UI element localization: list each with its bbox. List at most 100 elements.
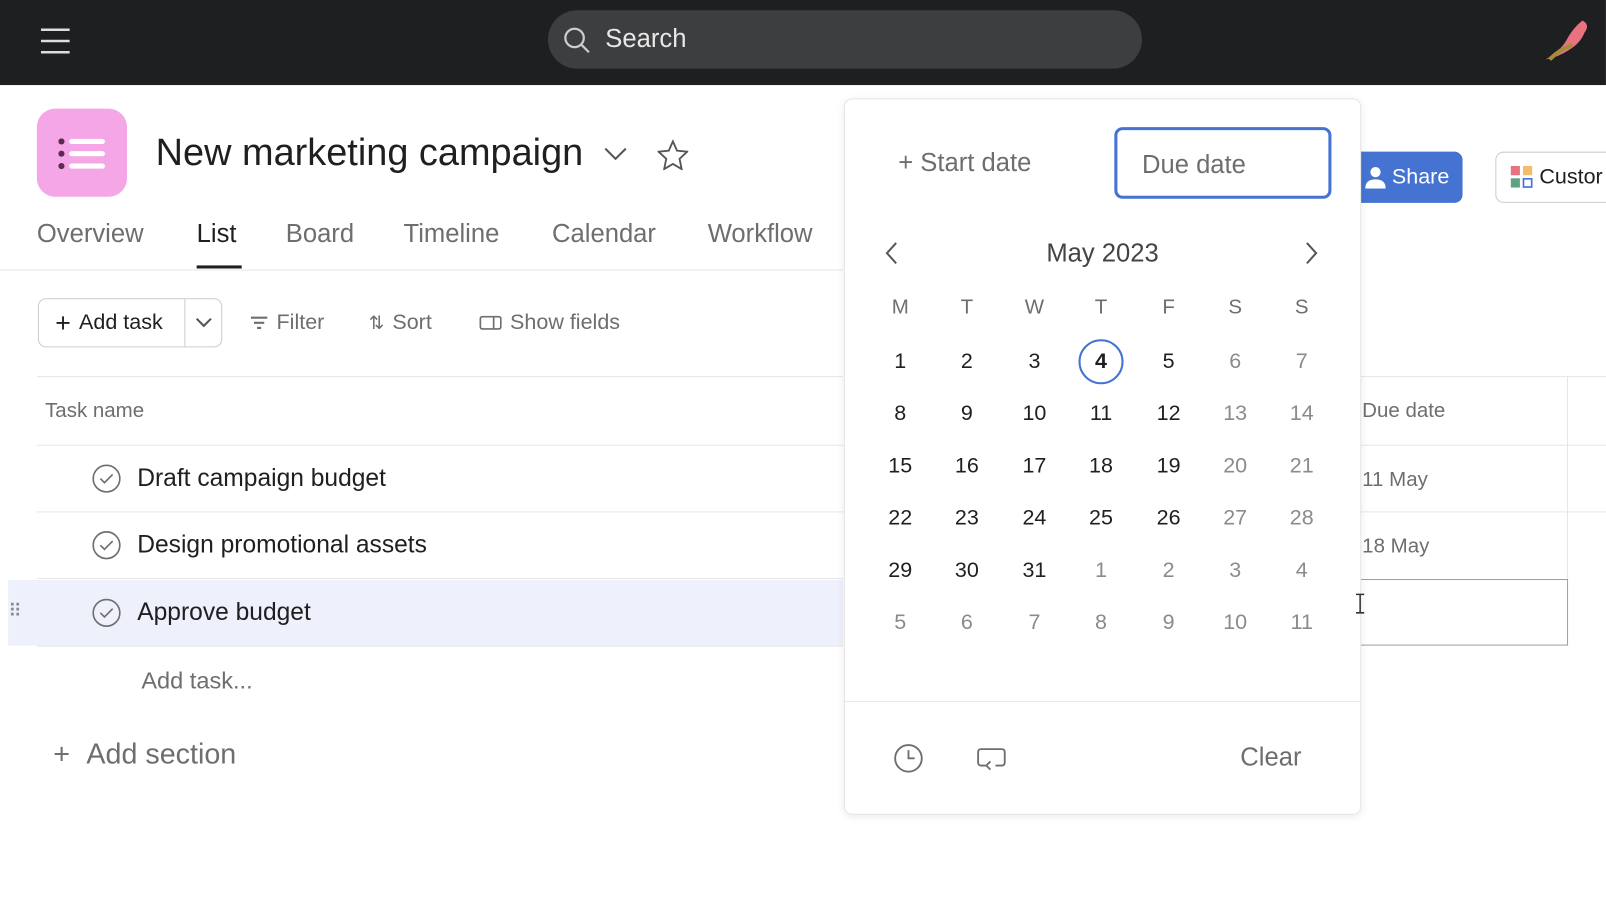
calendar-day-selected[interactable]: 4 xyxy=(1078,339,1124,385)
filter-button[interactable]: Filter xyxy=(250,311,324,336)
tab-timeline[interactable]: Timeline xyxy=(404,219,500,249)
calendar-day[interactable]: 24 xyxy=(1012,496,1057,541)
customize-icon xyxy=(1510,166,1533,188)
check-circle-icon[interactable] xyxy=(92,531,121,560)
due-date-cell-active[interactable] xyxy=(1359,579,1569,646)
calendar-day[interactable]: 9 xyxy=(944,391,989,436)
chevron-down-icon[interactable] xyxy=(195,316,213,330)
calendar-day[interactable]: 8 xyxy=(1078,601,1123,646)
fields-icon xyxy=(479,315,502,330)
show-fields-label: Show fields xyxy=(510,310,621,335)
check-circle-icon[interactable] xyxy=(92,464,121,493)
calendar-day[interactable]: 29 xyxy=(878,548,923,593)
calendar-day[interactable]: 6 xyxy=(1213,339,1258,384)
add-task-label: Add task xyxy=(79,310,163,335)
calendar-day[interactable]: 18 xyxy=(1078,444,1123,489)
share-label: Share xyxy=(1391,164,1450,189)
tab-calendar[interactable]: Calendar xyxy=(552,219,656,249)
people-icon xyxy=(1365,167,1386,189)
task-name[interactable]: Draft campaign budget xyxy=(137,464,386,493)
calendar-day[interactable]: 17 xyxy=(1012,444,1057,489)
check-circle-icon[interactable] xyxy=(92,598,121,627)
table-row[interactable]: Draft campaign budget xyxy=(36,446,843,513)
calendar-day[interactable]: 28 xyxy=(1279,496,1324,541)
drag-handle-icon[interactable]: ⠿ xyxy=(8,601,22,623)
add-task-inline[interactable]: Add task... xyxy=(141,667,252,695)
customize-button[interactable]: Custor xyxy=(1495,151,1606,203)
calendar-day[interactable]: 26 xyxy=(1146,496,1191,541)
calendar-day[interactable]: 22 xyxy=(878,496,923,541)
due-date-input[interactable]: Due date xyxy=(1114,127,1332,199)
calendar-day[interactable]: 30 xyxy=(944,548,989,593)
calendar-day[interactable]: 3 xyxy=(1012,339,1057,384)
calendar-day[interactable]: 1 xyxy=(1078,548,1123,593)
calendar-day[interactable]: 7 xyxy=(1012,601,1057,646)
project-title: New marketing campaign xyxy=(155,131,584,174)
calendar-day[interactable]: 3 xyxy=(1213,548,1258,593)
add-section-label: Add section xyxy=(86,737,237,770)
calendar-day[interactable]: 9 xyxy=(1146,601,1191,646)
calendar-day[interactable]: 19 xyxy=(1146,444,1191,489)
calendar-day[interactable]: 6 xyxy=(944,601,989,646)
filter-label: Filter xyxy=(276,310,325,335)
tab-overview[interactable]: Overview xyxy=(37,219,144,249)
divider xyxy=(184,299,186,347)
table-row[interactable]: Design promotional assets xyxy=(36,512,843,580)
column-header-due-date[interactable]: Due date xyxy=(1362,400,1445,424)
search-placeholder: Search xyxy=(605,24,687,54)
calendar-day[interactable]: 12 xyxy=(1146,391,1191,436)
calendar-day[interactable]: 15 xyxy=(878,444,923,489)
star-icon[interactable] xyxy=(657,139,689,171)
calendar-day[interactable]: 21 xyxy=(1279,444,1324,489)
calendar-day[interactable]: 20 xyxy=(1213,444,1258,489)
clock-icon[interactable] xyxy=(893,743,924,774)
show-fields-button[interactable]: Show fields xyxy=(479,311,620,336)
chevron-right-icon[interactable] xyxy=(1303,241,1319,266)
calendar-day[interactable]: 4 xyxy=(1279,548,1324,593)
add-task-button[interactable]: + Add task xyxy=(39,299,184,346)
tab-workflow[interactable]: Workflow xyxy=(708,219,813,249)
bird-logo[interactable] xyxy=(1541,14,1592,63)
task-name[interactable]: Approve budget xyxy=(137,598,311,627)
task-name[interactable]: Design promotional assets xyxy=(137,531,427,560)
calendar-day[interactable]: 14 xyxy=(1279,391,1324,436)
calendar-day[interactable]: 11 xyxy=(1078,391,1123,436)
calendar-day[interactable]: 10 xyxy=(1012,391,1057,436)
calendar-day[interactable]: 8 xyxy=(878,391,923,436)
calendar-day[interactable]: 11 xyxy=(1279,601,1324,646)
search-icon xyxy=(564,27,590,53)
calendar-day[interactable]: 31 xyxy=(1012,548,1057,593)
calendar-day[interactable]: 16 xyxy=(944,444,989,489)
due-date-cell[interactable]: 11 May xyxy=(1362,468,1428,492)
column-header-task-name[interactable]: Task name xyxy=(45,400,144,424)
calendar-day[interactable]: 2 xyxy=(944,339,989,384)
table-row[interactable]: Approve budget xyxy=(36,580,843,647)
add-section-button[interactable]: + Add section xyxy=(53,738,236,771)
active-tab-indicator xyxy=(196,265,242,269)
sort-icon: ⇅ xyxy=(368,312,385,333)
calendar-day[interactable]: 7 xyxy=(1279,339,1324,384)
calendar-day[interactable]: 13 xyxy=(1213,391,1258,436)
calendar-day[interactable]: 25 xyxy=(1078,496,1123,541)
calendar-day[interactable]: 2 xyxy=(1146,548,1191,593)
calendar-day[interactable]: 5 xyxy=(1146,339,1191,384)
calendar-day[interactable]: 23 xyxy=(944,496,989,541)
hamburger-icon[interactable] xyxy=(39,27,72,56)
repeat-icon[interactable] xyxy=(976,745,1007,774)
divider xyxy=(1359,376,1606,378)
calendar-day[interactable]: 1 xyxy=(878,339,923,384)
calendar-day[interactable]: 5 xyxy=(878,601,923,646)
start-date-button[interactable]: + Start date xyxy=(898,149,1031,179)
calendar-day[interactable]: 27 xyxy=(1213,496,1258,541)
text-cursor-icon xyxy=(1356,593,1365,614)
share-button[interactable]: Share xyxy=(1359,151,1463,203)
tab-list[interactable]: List xyxy=(197,219,237,249)
tab-board[interactable]: Board xyxy=(286,219,354,249)
divider xyxy=(1359,444,1606,446)
sort-button[interactable]: ⇅ Sort xyxy=(369,311,432,336)
calendar-day[interactable]: 10 xyxy=(1213,601,1258,646)
chevron-down-icon[interactable] xyxy=(602,143,629,163)
due-date-cell[interactable]: 18 May xyxy=(1362,535,1429,559)
clear-button[interactable]: Clear xyxy=(1240,743,1301,773)
search-input[interactable]: Search xyxy=(547,10,1142,69)
